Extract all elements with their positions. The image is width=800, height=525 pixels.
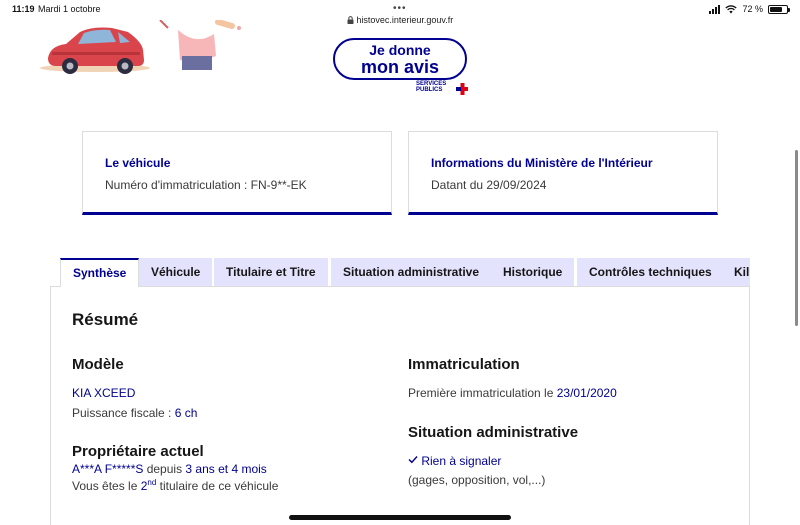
battery-level	[770, 6, 782, 12]
lock-icon	[347, 16, 354, 24]
tab-titulaire[interactable]: Titulaire et Titre	[214, 258, 328, 287]
owner-rank-prefix: Vous êtes le	[72, 479, 141, 493]
summary-heading: Résumé	[72, 310, 139, 329]
feedback-button[interactable]: Je donne mon avis	[333, 38, 467, 80]
car-illustration	[40, 20, 241, 74]
owner-since: depuis	[143, 462, 186, 476]
admin-status: Rien à signaler	[408, 454, 501, 468]
tab-synthese[interactable]: Synthèse	[60, 258, 140, 287]
status-bar: 11:19 Mardi 1 octobre ••• 72 % histovec.…	[0, 0, 800, 25]
signal-icon	[709, 4, 721, 14]
feedback-line2: mon avis	[360, 57, 440, 77]
services-publics-cross-icon	[456, 83, 468, 95]
first-registration-label: Première immatriculation le	[408, 386, 557, 400]
owner-line: A***A F*****S depuis 3 ans et 4 mois	[72, 462, 267, 476]
model-heading: Modèle	[72, 356, 124, 373]
ministry-card: Informations du Ministère de l'Intérieur…	[408, 131, 718, 215]
scrollbar[interactable]	[795, 150, 798, 326]
tab-historique[interactable]: Historique	[491, 258, 575, 287]
tab-vehicule[interactable]: Véhicule	[139, 258, 213, 287]
fiscal-power-label: Puissance fiscale :	[72, 406, 175, 420]
fiscal-power: Puissance fiscale : 6 ch	[72, 406, 197, 420]
owner-heading: Propriétaire actuel	[72, 443, 204, 460]
plate-number-text: Numéro d'immatriculation : FN-9**-EK	[105, 178, 307, 192]
owner-rank-suffix-sup: nd	[147, 478, 157, 487]
owner-duration: 3 ans et 4 mois	[185, 462, 267, 476]
admin-status-text: Rien à signaler	[421, 454, 502, 468]
tab-controles-techniques[interactable]: Contrôles techniques	[577, 258, 724, 287]
data-date-text: Datant du 29/09/2024	[431, 178, 547, 192]
more-dots-icon[interactable]: •••	[393, 3, 407, 14]
wifi-icon	[725, 4, 738, 13]
tab-kilometrage[interactable]: Kil	[722, 258, 750, 287]
tab-situation-administrative[interactable]: Situation administrative	[331, 258, 492, 287]
status-right: 72 %	[709, 4, 790, 14]
battery-icon	[768, 4, 790, 14]
owner-rank: Vous êtes le 2nd titulaire de ce véhicul…	[72, 478, 279, 494]
services-publics-line2: PUBLICS	[416, 87, 443, 93]
hero-illustration	[0, 20, 260, 80]
home-indicator[interactable]	[289, 515, 511, 520]
owner-rank-suffix: titulaire de ce véhicule	[156, 479, 279, 493]
vehicle-card-title: Le véhicule	[105, 156, 171, 170]
admin-heading: Situation administrative	[408, 424, 579, 441]
status-date: Mardi 1 octobre	[38, 4, 101, 14]
first-registration: Première immatriculation le 23/01/2020	[408, 386, 617, 400]
feedback-line1: Je donne	[369, 42, 431, 58]
first-registration-date: 23/01/2020	[556, 386, 617, 400]
check-icon	[408, 456, 418, 464]
status-time: 11:19	[12, 4, 35, 14]
registration-heading: Immatriculation	[408, 356, 520, 373]
ministry-card-title: Informations du Ministère de l'Intérieur	[431, 156, 653, 170]
battery-percent: 72 %	[742, 4, 763, 14]
owner-name: A***A F*****S	[72, 462, 144, 476]
model-name: KIA XCEED	[72, 386, 136, 400]
tab-bar: Synthèse Véhicule Titulaire et Titre Sit…	[60, 258, 750, 287]
admin-detail: (gages, opposition, vol,...)	[408, 473, 546, 487]
fiscal-power-value: 6 ch	[174, 406, 198, 420]
vehicle-card: Le véhicule Numéro d'immatriculation : F…	[82, 131, 392, 215]
services-publics-logo: SERVICES PUBLICS	[416, 81, 446, 93]
url-text: histovec.interieur.gouv.fr	[356, 15, 454, 25]
